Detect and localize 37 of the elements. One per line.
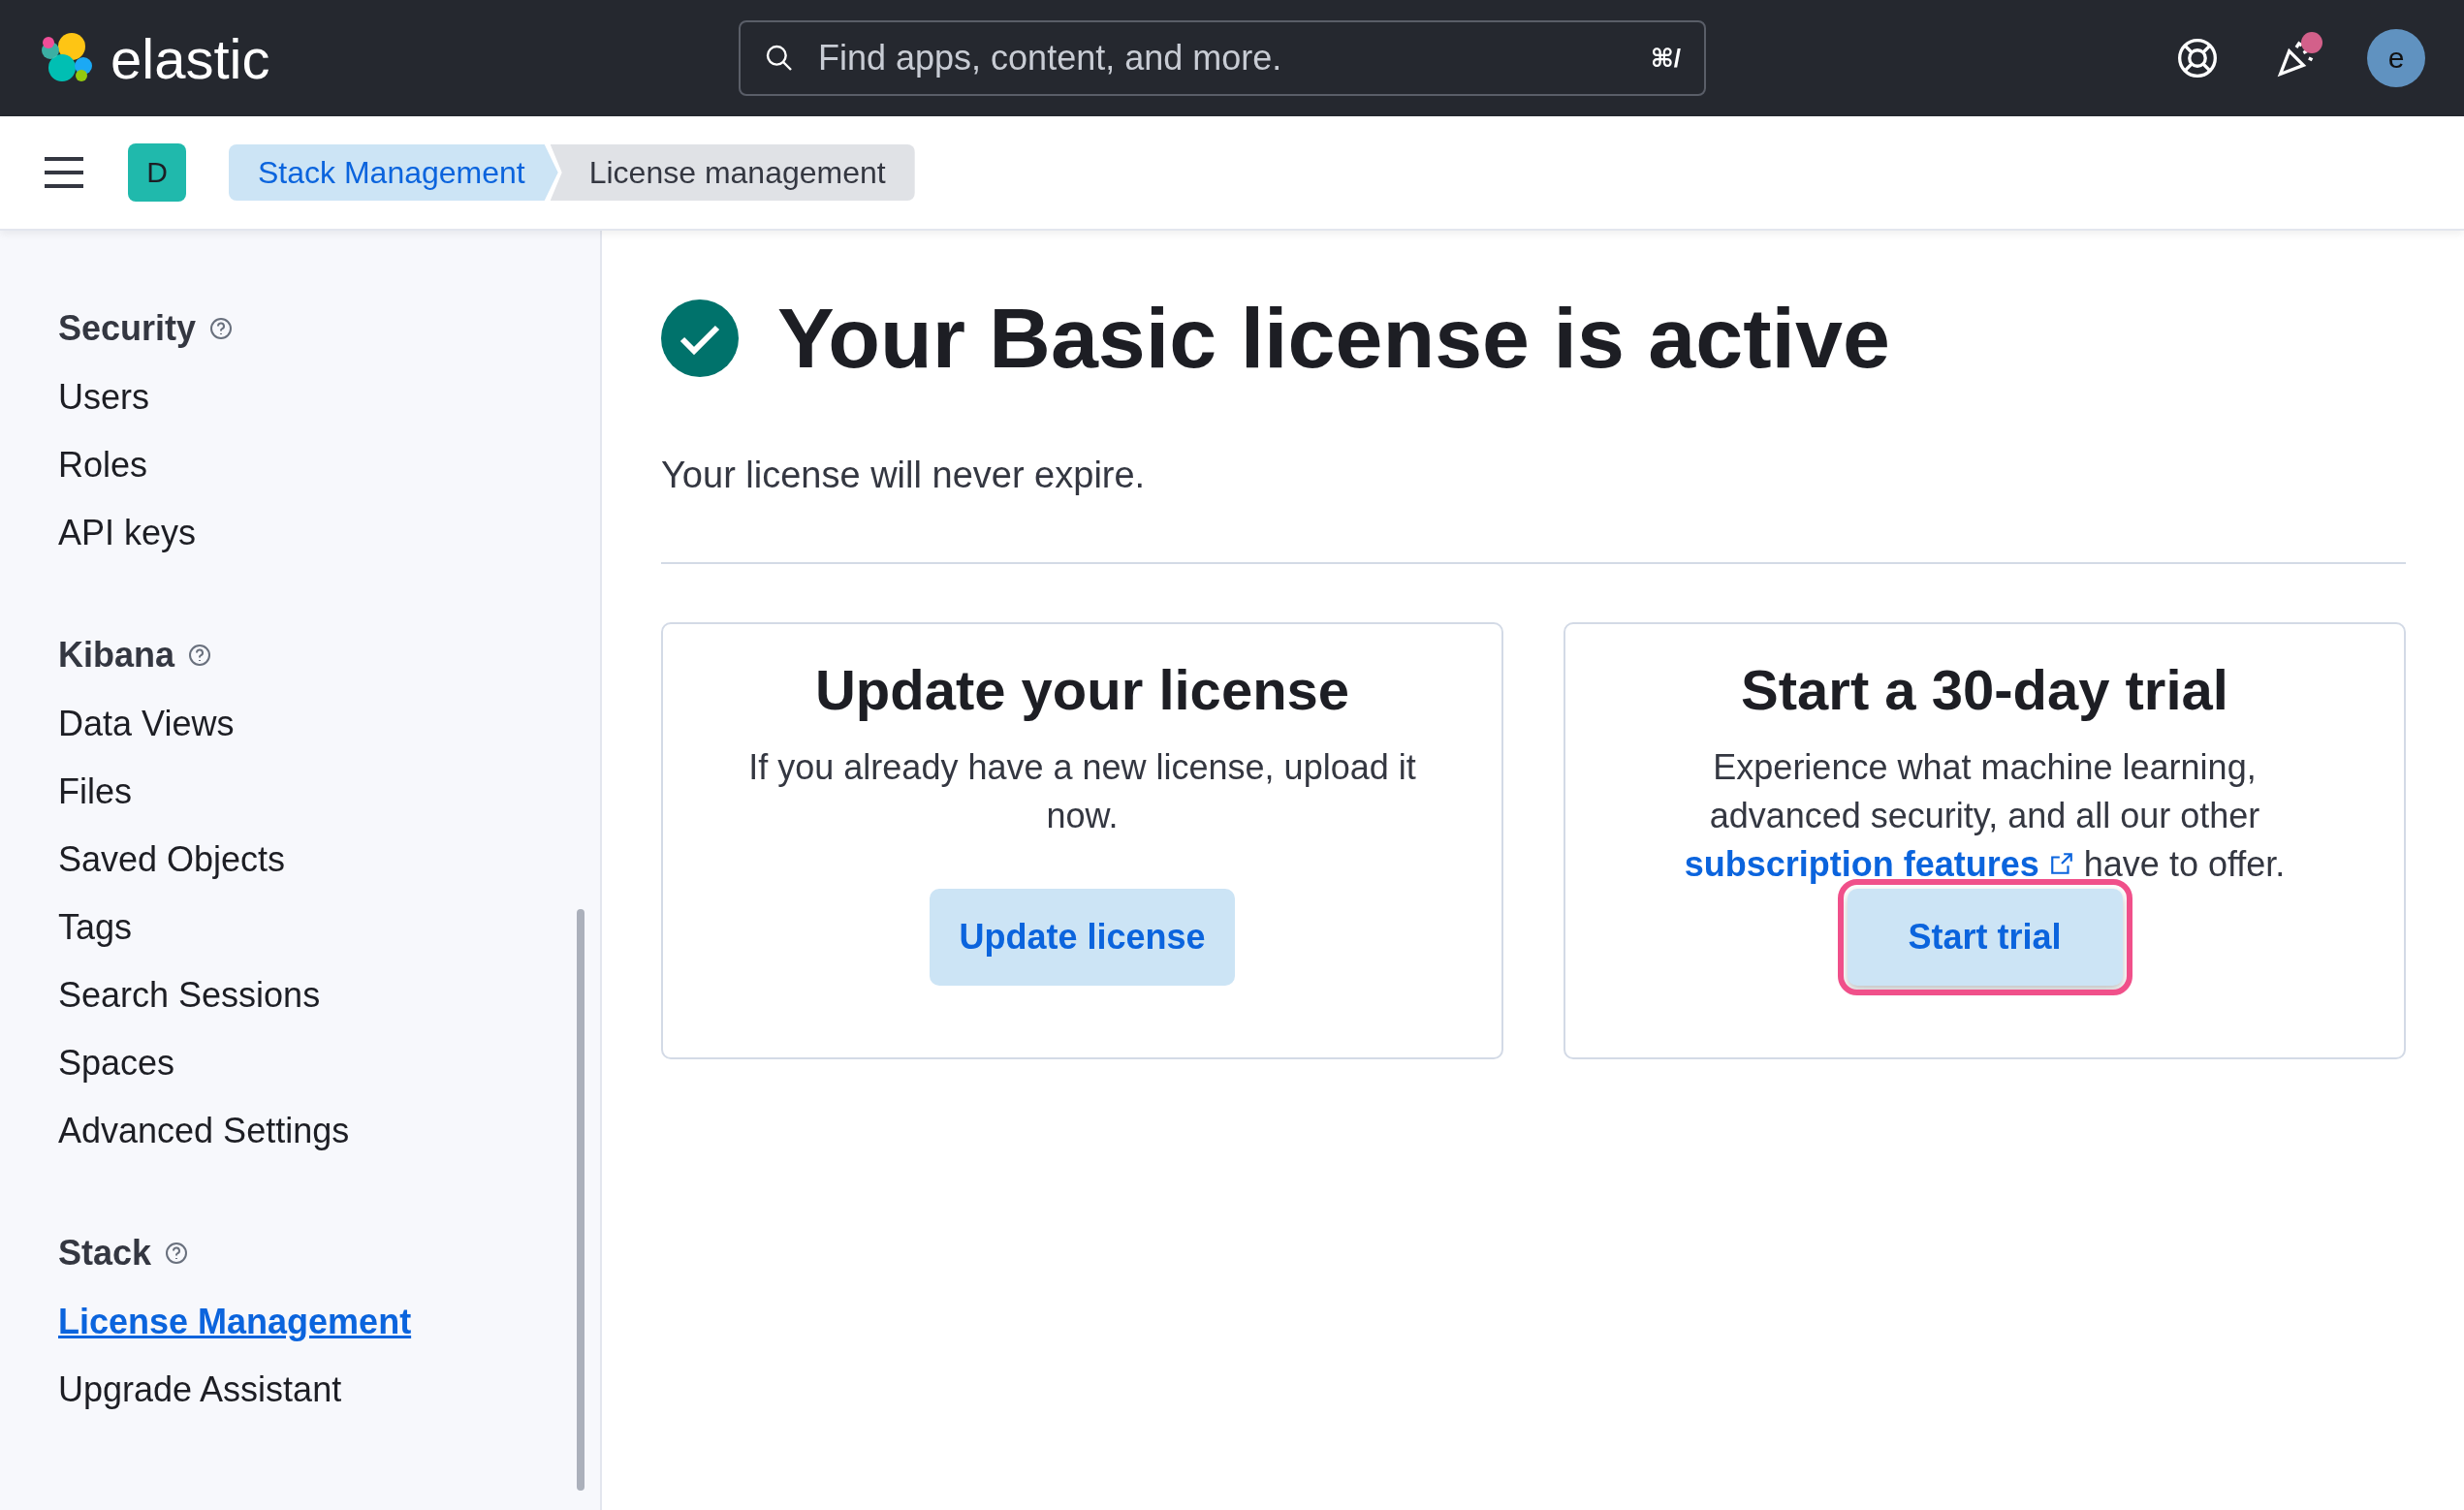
external-link-icon bbox=[2048, 851, 2074, 876]
sidebar-item[interactable]: Users bbox=[58, 378, 149, 417]
sidebar-item[interactable]: Tags bbox=[58, 908, 133, 947]
help-icon bbox=[188, 644, 212, 667]
space-avatar[interactable]: D bbox=[128, 143, 186, 202]
breadcrumb[interactable]: License management bbox=[550, 144, 915, 201]
menu-icon[interactable] bbox=[43, 156, 85, 189]
sidebar-item[interactable]: Spaces bbox=[58, 1044, 175, 1083]
sidebar-item[interactable]: API keys bbox=[58, 514, 197, 552]
page-title: Your Basic license is active bbox=[777, 289, 1890, 388]
card-title: Update your license bbox=[814, 657, 1350, 722]
sidebar-item[interactable]: Roles bbox=[58, 446, 148, 485]
sidebar-item[interactable]: Data Views bbox=[58, 705, 235, 743]
logo-text: elastic bbox=[111, 25, 270, 91]
help-icon bbox=[165, 1242, 189, 1265]
card-title: Start a 30-day trial bbox=[1741, 657, 2228, 722]
card-description: If you already have a new license, upload it now. bbox=[747, 746, 1417, 837]
action-button[interactable]: Update license bbox=[930, 889, 1235, 986]
sidebar-item[interactable]: Search Sessions bbox=[58, 976, 321, 1015]
section-title: Kibana bbox=[58, 635, 175, 676]
sidebar-item[interactable]: Saved Objects bbox=[58, 840, 286, 879]
sidebar-item[interactable]: Advanced Settings bbox=[58, 1112, 350, 1150]
section-title: Stack bbox=[58, 1233, 152, 1274]
license-expiry-text: Your license will never expire. bbox=[661, 455, 1147, 496]
sidebar-item[interactable]: Upgrade Assistant bbox=[58, 1370, 342, 1409]
card-description: Experience what machine learning, advanced security, and all our other subscription features have to offer. bbox=[1683, 746, 2287, 886]
sidebar-item[interactable]: Files bbox=[58, 772, 132, 811]
scrollbar[interactable] bbox=[577, 909, 584, 1491]
help-icon bbox=[209, 317, 234, 340]
search-field[interactable]: Find apps, content, and more. ⌘/ bbox=[739, 20, 1706, 96]
keyboard-shortcut: ⌘/ bbox=[1650, 43, 1681, 74]
sidebar-item[interactable]: License Management bbox=[58, 1303, 412, 1341]
subscription-link[interactable]: subscription features bbox=[1684, 844, 2039, 884]
breadcrumb[interactable]: Stack Management bbox=[229, 144, 558, 201]
section-title: Security bbox=[58, 308, 197, 349]
check-icon bbox=[661, 299, 739, 377]
user-avatar[interactable]: e bbox=[2367, 29, 2425, 87]
